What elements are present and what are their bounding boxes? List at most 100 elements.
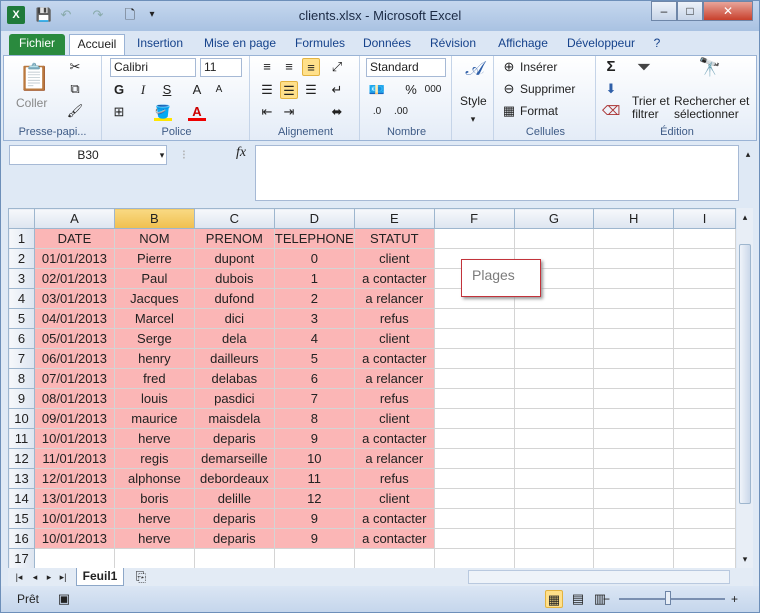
formula-bar-splitter-icon[interactable]: ⁝: [175, 146, 193, 164]
cell[interactable]: [673, 468, 736, 489]
cell[interactable]: refus: [353, 468, 435, 489]
grow-font-button[interactable]: A: [188, 81, 206, 99]
column-header[interactable]: C: [193, 208, 275, 229]
cell[interactable]: 2: [273, 288, 355, 309]
borders-icon[interactable]: ⊞: [110, 103, 128, 121]
zoom-out-button[interactable]: −: [603, 592, 610, 606]
cell[interactable]: herve: [113, 528, 195, 549]
cell[interactable]: 12/01/2013: [33, 468, 115, 489]
last-sheet-icon[interactable]: ▸|: [54, 568, 72, 586]
style-button[interactable]: Style: [460, 94, 487, 108]
zoom-in-button[interactable]: +: [731, 592, 738, 606]
cell[interactable]: [513, 368, 595, 389]
cell[interactable]: delabas: [193, 368, 275, 389]
find-select-line1[interactable]: Rechercher et: [674, 94, 749, 108]
formula-input[interactable]: [255, 145, 739, 201]
cell[interactable]: [593, 428, 675, 449]
clear-icon[interactable]: ⌫: [602, 102, 620, 120]
cell[interactable]: [513, 388, 595, 409]
cell[interactable]: 12: [273, 488, 355, 509]
font-color-icon[interactable]: A: [188, 103, 206, 121]
cell[interactable]: [593, 328, 675, 349]
close-button[interactable]: ✕: [703, 1, 753, 21]
style-icon[interactable]: 𝒜: [464, 59, 486, 86]
cell[interactable]: [433, 328, 515, 349]
cell[interactable]: dici: [193, 308, 275, 329]
align-center-icon[interactable]: ☰: [280, 81, 298, 99]
cell[interactable]: Serge: [113, 328, 195, 349]
cell[interactable]: [433, 488, 515, 509]
cell[interactable]: a contacter: [353, 528, 435, 549]
cell[interactable]: Jacques: [113, 288, 195, 309]
align-top-icon[interactable]: ≡: [258, 58, 276, 76]
cell[interactable]: [513, 528, 595, 549]
number-format-combo[interactable]: Standard: [366, 58, 446, 77]
cell[interactable]: refus: [353, 388, 435, 409]
cell[interactable]: client: [353, 328, 435, 349]
cell[interactable]: 7: [273, 388, 355, 409]
decrease-indent-icon[interactable]: ⇤: [258, 103, 276, 121]
cell[interactable]: 9: [273, 528, 355, 549]
cell[interactable]: [433, 348, 515, 369]
cell[interactable]: [673, 528, 736, 549]
cell[interactable]: [673, 228, 736, 249]
cell[interactable]: 1: [273, 268, 355, 289]
italic-button[interactable]: I: [134, 81, 152, 99]
column-header-selected[interactable]: B: [113, 208, 195, 229]
row-header[interactable]: 2: [8, 248, 35, 269]
row-header[interactable]: 10: [8, 408, 35, 429]
merge-center-icon[interactable]: ⬌: [328, 103, 346, 121]
cell[interactable]: [433, 308, 515, 329]
cell[interactable]: a relancer: [353, 368, 435, 389]
cell[interactable]: a contacter: [353, 508, 435, 529]
column-header[interactable]: H: [593, 208, 675, 229]
cell[interactable]: refus: [353, 308, 435, 329]
column-header[interactable]: A: [33, 208, 115, 229]
cell[interactable]: Marcel: [113, 308, 195, 329]
cell[interactable]: client: [353, 488, 435, 509]
cell[interactable]: boris: [113, 488, 195, 509]
underline-button[interactable]: S: [158, 81, 176, 99]
vertical-scrollbar[interactable]: ▴ ▾: [737, 208, 753, 568]
cell[interactable]: [593, 508, 675, 529]
cell[interactable]: louis: [113, 388, 195, 409]
vertical-scroll-thumb[interactable]: [739, 244, 751, 504]
cell[interactable]: 10/01/2013: [33, 528, 115, 549]
paste-icon[interactable]: 📋: [18, 60, 50, 94]
cell[interactable]: 0: [273, 248, 355, 269]
maximize-button[interactable]: □: [677, 1, 703, 21]
cell[interactable]: [433, 368, 515, 389]
insert-function-button[interactable]: fx: [231, 145, 251, 165]
cell[interactable]: a relancer: [353, 288, 435, 309]
cell[interactable]: [593, 288, 675, 309]
align-left-icon[interactable]: ☰: [258, 81, 276, 99]
cell[interactable]: 11/01/2013: [33, 448, 115, 469]
autosum-button[interactable]: Σ: [602, 58, 620, 76]
cell[interactable]: [593, 408, 675, 429]
tab-revision[interactable]: Révision: [425, 34, 481, 55]
cell[interactable]: dufond: [193, 288, 275, 309]
worksheet-grid[interactable]: A B C D E F G H I 1 DATE NOM PRENOM TELEPHON…: [8, 208, 736, 568]
cell[interactable]: Paul: [113, 268, 195, 289]
cell[interactable]: herve: [113, 428, 195, 449]
cell[interactable]: [593, 488, 675, 509]
fill-color-icon[interactable]: 🪣: [154, 103, 172, 121]
row-header[interactable]: 9: [8, 388, 35, 409]
cell[interactable]: [673, 268, 736, 289]
cell[interactable]: a relancer: [353, 448, 435, 469]
cell[interactable]: 5: [273, 348, 355, 369]
cell[interactable]: client: [353, 248, 435, 269]
cell[interactable]: herve: [113, 508, 195, 529]
cell[interactable]: 05/01/2013: [33, 328, 115, 349]
select-all-corner[interactable]: [8, 208, 35, 229]
cell[interactable]: STATUT: [353, 228, 435, 249]
insert-cells-icon[interactable]: ⊕: [500, 58, 518, 76]
help-icon[interactable]: ?: [649, 34, 665, 55]
cell[interactable]: [673, 308, 736, 329]
increase-decimal-icon[interactable]: .0: [368, 103, 386, 121]
cell[interactable]: [513, 328, 595, 349]
cell-table[interactable]: A B C D E F G H I 1 DATE NOM PRENOM TELEPHON…: [8, 208, 736, 568]
cell[interactable]: [433, 448, 515, 469]
cell[interactable]: [513, 488, 595, 509]
cell[interactable]: 02/01/2013: [33, 268, 115, 289]
